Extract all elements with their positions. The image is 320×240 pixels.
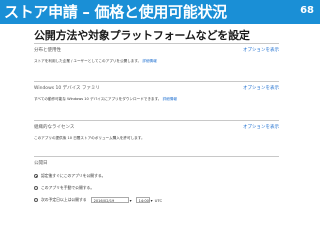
section-body-text: このアプリの提供後 10 日間ストアのボリューム購入を許可します。 <box>34 136 145 140</box>
show-options-link[interactable]: オプションを表示 <box>243 47 279 53</box>
section-title: 分布と使用性 <box>34 48 61 53</box>
slide-subtitle: 公開方法や対象プラットフォームなどを設定 <box>34 29 250 42</box>
section-distribution: 分布と使用性 オプションを表示 ストアを利用した企業 / ユーザーとしてこのアプ… <box>34 43 279 74</box>
section-organizational-licensing: 組織的なライセンス オプションを表示 このアプリの提供後 10 日間ストアのボリ… <box>34 120 279 151</box>
section-title: 公開日 <box>34 161 48 166</box>
show-options-link[interactable]: オプションを表示 <box>243 124 279 130</box>
radio-label: このアプリを手動で公開する。 <box>41 185 95 190</box>
section-body-text: ストアを利用した企業 / ユーザーとしてこのアプリを公開します。 <box>34 59 142 63</box>
section-body: すべての動作可能な Windows 10 デバイスにアプリをダウンロードできます… <box>34 97 177 102</box>
section-device-family: Windows 10 デバイス ファミリ オプションを表示 すべての動作可能な … <box>34 81 279 112</box>
radio-option-publish-manually[interactable]: このアプリを手動で公開する。 <box>34 185 94 191</box>
radio-option-publish-immediately[interactable]: 認定後すぐにこのアプリを公開する。 <box>34 173 105 179</box>
calendar-dropdown-icon[interactable]: ▾ <box>130 198 132 203</box>
radio-option-publish-scheduled[interactable]: 次の予定日以上は公開する 2016/02/19 ▾ 14:00 ▾ UTC <box>34 197 162 203</box>
radio-button[interactable] <box>34 198 38 202</box>
radio-button[interactable] <box>34 174 38 178</box>
radio-label: 認定後すぐにこのアプリを公開する。 <box>41 173 106 178</box>
time-dropdown-icon[interactable]: ▾ <box>151 198 153 203</box>
radio-label: 次の予定日以上は公開する <box>41 197 87 202</box>
slide-title: ストア申請 – 価格と使用可能状況 <box>4 3 227 21</box>
section-body-text: すべての動作可能な Windows 10 デバイスにアプリをダウンロードできます… <box>34 97 162 101</box>
section-title: Windows 10 デバイス ファミリ <box>34 86 100 91</box>
details-link[interactable]: 詳細情報 <box>142 59 156 63</box>
section-title: 組織的なライセンス <box>34 125 75 130</box>
details-link[interactable]: 詳細情報 <box>163 97 177 101</box>
section-publish-date: 公開日 認定後すぐにこのアプリを公開する。 このアプリを手動で公開する。 次の予… <box>34 156 279 217</box>
slide-number: 68 <box>300 5 314 16</box>
time-input[interactable]: 14:00 <box>135 197 150 203</box>
timezone-label: UTC <box>154 197 163 203</box>
section-body: ストアを利用した企業 / ユーザーとしてこのアプリを公開します。 詳細情報 <box>34 59 157 64</box>
radio-button[interactable] <box>34 186 38 190</box>
section-body: このアプリの提供後 10 日間ストアのボリューム購入を許可します。 <box>34 136 145 141</box>
slide-header: ストア申請 – 価格と使用可能状況 68 <box>0 0 320 24</box>
date-input[interactable]: 2016/02/19 <box>90 197 129 203</box>
show-options-link[interactable]: オプションを表示 <box>243 85 279 91</box>
